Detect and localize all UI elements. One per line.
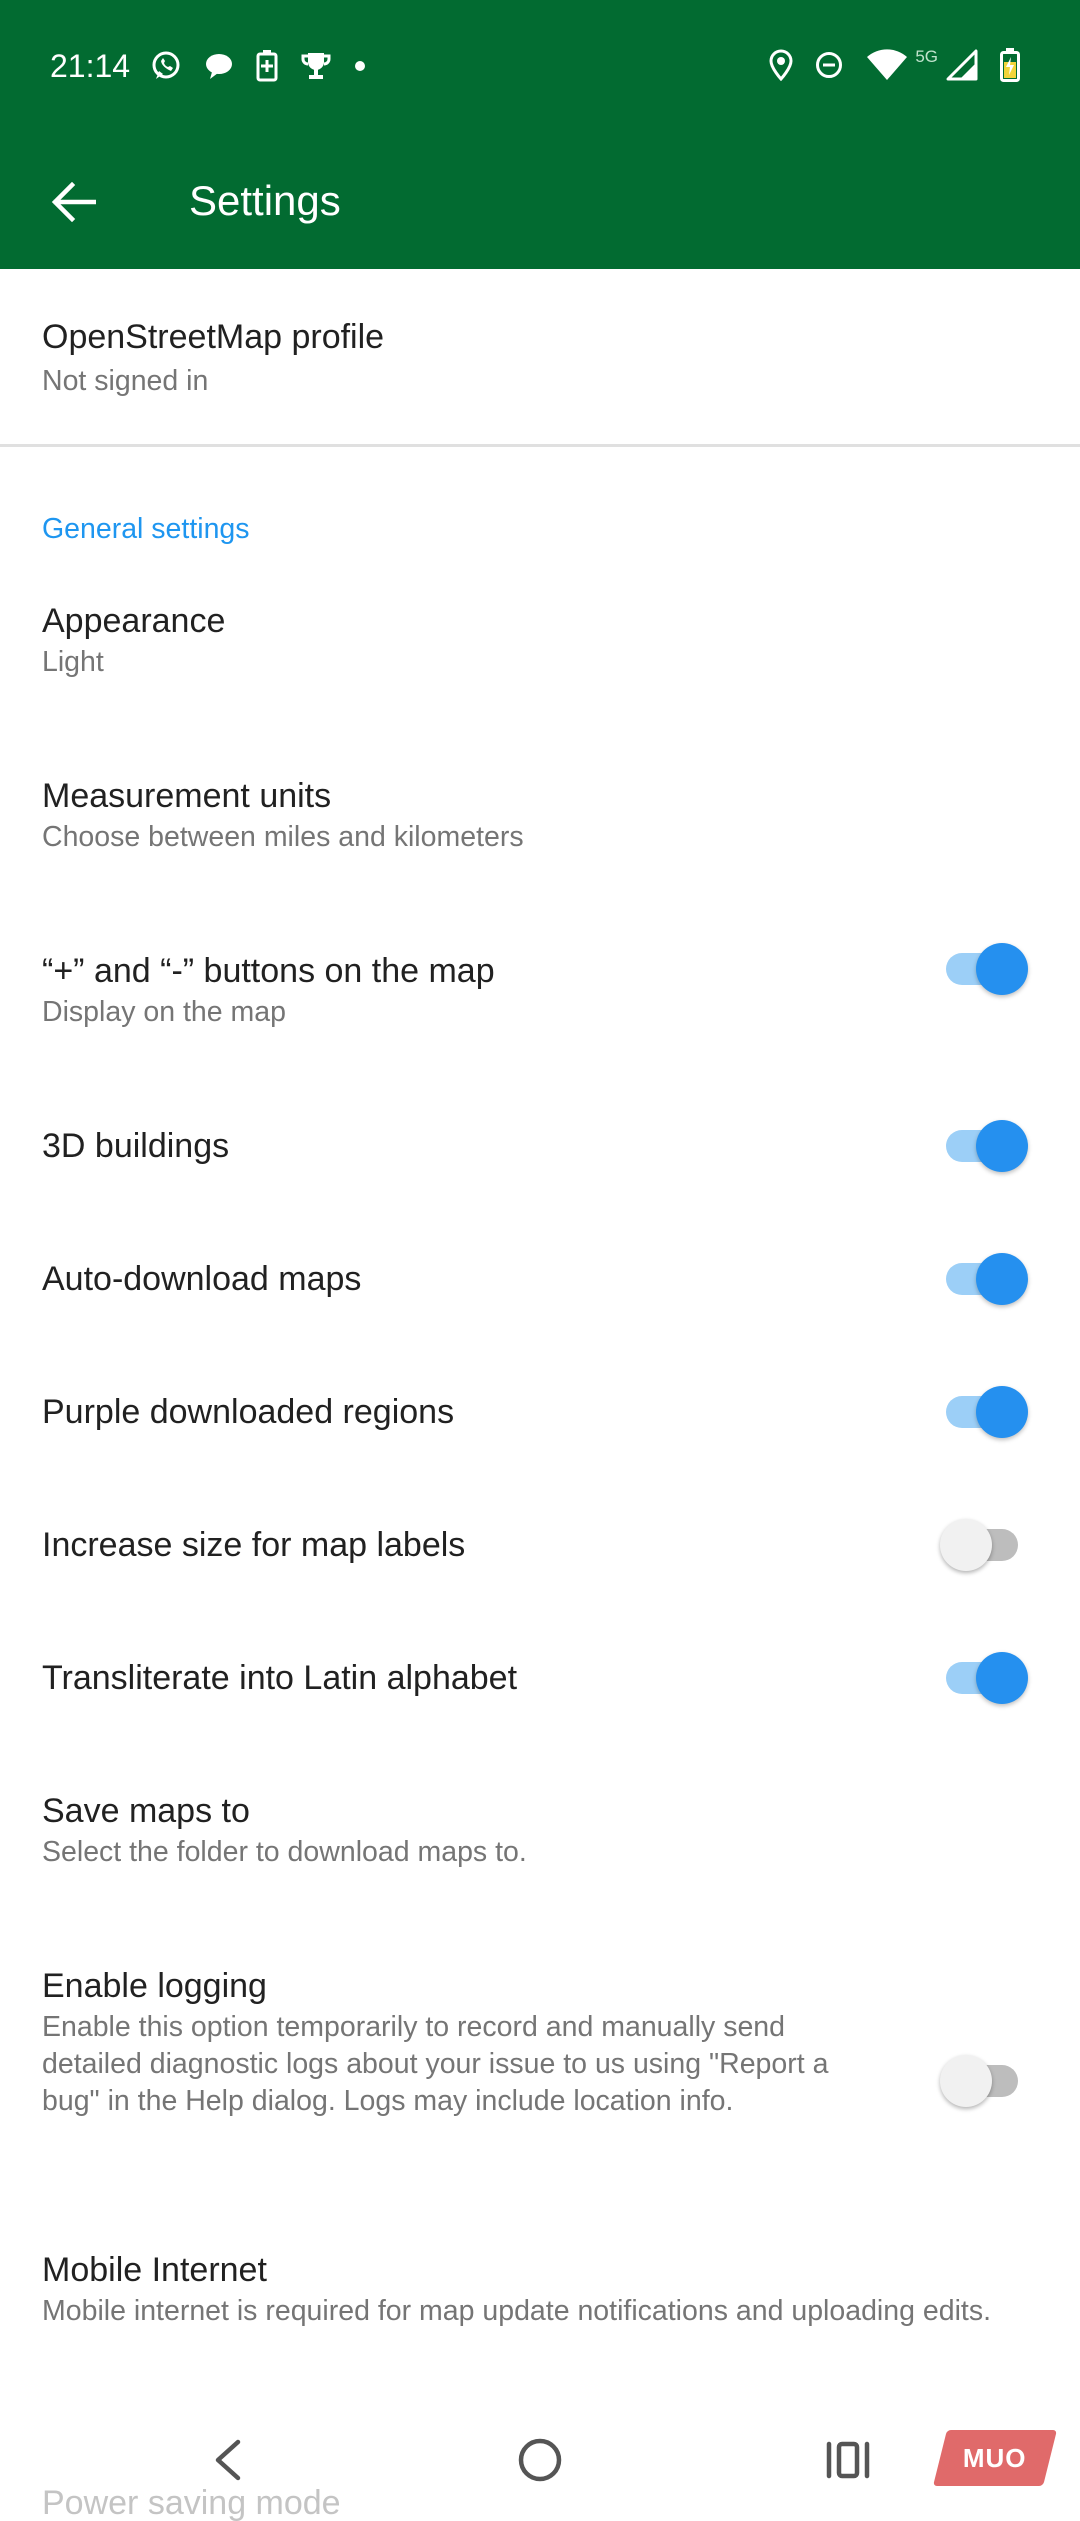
settings-item-subtitle: Display on the map — [42, 996, 286, 1028]
app-bar: 21:14 5G Settings — [0, 0, 1080, 269]
back-button[interactable] — [38, 167, 108, 237]
settings-item-zoom-buttons[interactable]: “+” and “-” buttons on the map Display o… — [0, 943, 1080, 1124]
settings-item-save-maps-to[interactable]: Save maps to Select the folder to downlo… — [0, 1789, 1080, 1964]
battery-saver-icon — [256, 50, 278, 82]
settings-item-3d-buildings[interactable]: 3D buildings — [0, 1120, 1080, 1257]
signal-icon — [946, 49, 978, 81]
nav-back-button[interactable] — [188, 2420, 268, 2500]
nav-back-icon — [208, 2438, 248, 2482]
settings-item-title: Appearance — [42, 602, 226, 640]
purple-regions-toggle[interactable] — [940, 1377, 1030, 1447]
settings-item-subtitle: Select the folder to download maps to. — [42, 1836, 527, 1868]
zoom-buttons-toggle[interactable] — [940, 934, 1030, 1004]
settings-item-large-labels[interactable]: Increase size for map labels — [0, 1519, 1080, 1656]
settings-item-transliterate[interactable]: Transliterate into Latin alphabet — [0, 1652, 1080, 1789]
settings-item-osm-profile[interactable]: OpenStreetMap profile Not signed in — [0, 269, 1080, 444]
switch-thumb — [940, 2055, 992, 2107]
switch-thumb — [976, 1386, 1028, 1438]
do-not-disturb-icon — [815, 51, 843, 79]
settings-list[interactable]: OpenStreetMap profile Not signed in Gene… — [0, 269, 1080, 2521]
watermark-text: MUO — [963, 2442, 1027, 2473]
settings-item-title: OpenStreetMap profile — [42, 318, 385, 356]
settings-item-subtitle: Not signed in — [42, 365, 209, 397]
enable-logging-toggle[interactable] — [940, 2046, 1030, 2116]
settings-item-subtitle: Light — [42, 646, 104, 678]
auto-download-toggle[interactable] — [940, 1244, 1030, 1314]
switch-thumb — [976, 1652, 1028, 1704]
location-icon — [769, 49, 793, 81]
transliterate-toggle[interactable] — [940, 1643, 1030, 1713]
settings-item-title: “+” and “-” buttons on the map — [42, 952, 495, 990]
section-divider — [0, 444, 1080, 447]
nav-home-icon — [517, 2437, 563, 2483]
watermark-logo: MUO — [933, 2430, 1057, 2486]
settings-item-title: Mobile Internet — [42, 2251, 267, 2289]
settings-item-subtitle: Choose between miles and kilometers — [42, 821, 524, 853]
wifi-icon — [865, 48, 909, 82]
toolbar: Settings — [0, 135, 1080, 269]
settings-item-appearance[interactable]: Appearance Light — [0, 599, 1080, 774]
settings-item-auto-download[interactable]: Auto-download maps — [0, 1253, 1080, 1390]
switch-thumb — [940, 1519, 992, 1571]
settings-item-title: 3D buildings — [42, 1127, 230, 1165]
settings-item-title: Transliterate into Latin alphabet — [42, 1659, 518, 1697]
switch-thumb — [976, 1253, 1028, 1305]
status-system-icons: 5G — [769, 47, 1020, 82]
status-time: 21:14 — [50, 48, 131, 84]
status-bar: 21:14 5G — [0, 0, 1080, 135]
arrow-back-icon — [50, 182, 96, 222]
settings-item-subtitle: Mobile internet is required for map upda… — [42, 2295, 992, 2327]
settings-item-title: Increase size for map labels — [42, 1526, 466, 1564]
nav-home-button[interactable] — [500, 2420, 580, 2500]
nav-recents-button[interactable] — [808, 2420, 888, 2500]
settings-item-title: Save maps to — [42, 1792, 250, 1830]
network-type-label: 5G — [915, 47, 938, 66]
settings-item-purple-regions[interactable]: Purple downloaded regions — [0, 1386, 1080, 1523]
settings-item-title: Enable logging — [42, 1967, 267, 2005]
settings-item-subtitle: Enable this option temporarily to record… — [42, 2011, 829, 2117]
switch-thumb — [976, 1120, 1028, 1172]
settings-item-enable-logging[interactable]: Enable logging Enable this option tempor… — [0, 1964, 1080, 2248]
navigation-bar: MUO — [0, 2400, 1080, 2520]
battery-icon — [1000, 48, 1020, 82]
whatsapp-icon — [150, 50, 182, 82]
trophy-icon — [300, 50, 332, 82]
status-notification-icons — [150, 50, 366, 82]
settings-item-title: Purple downloaded regions — [42, 1393, 455, 1431]
page-title: Settings — [189, 177, 341, 224]
large-labels-toggle[interactable] — [940, 1510, 1030, 1580]
dot-icon — [354, 60, 366, 72]
settings-item-title: Measurement units — [42, 777, 332, 815]
settings-item-measurement-units[interactable]: Measurement units Choose between miles a… — [0, 774, 1080, 949]
3d-buildings-toggle[interactable] — [940, 1111, 1030, 1181]
settings-item-title: Auto-download maps — [42, 1260, 362, 1298]
chat-bubble-icon — [204, 51, 234, 81]
section-header-general: General settings — [42, 513, 250, 545]
nav-recents-icon — [824, 2438, 872, 2482]
switch-thumb — [976, 943, 1028, 995]
